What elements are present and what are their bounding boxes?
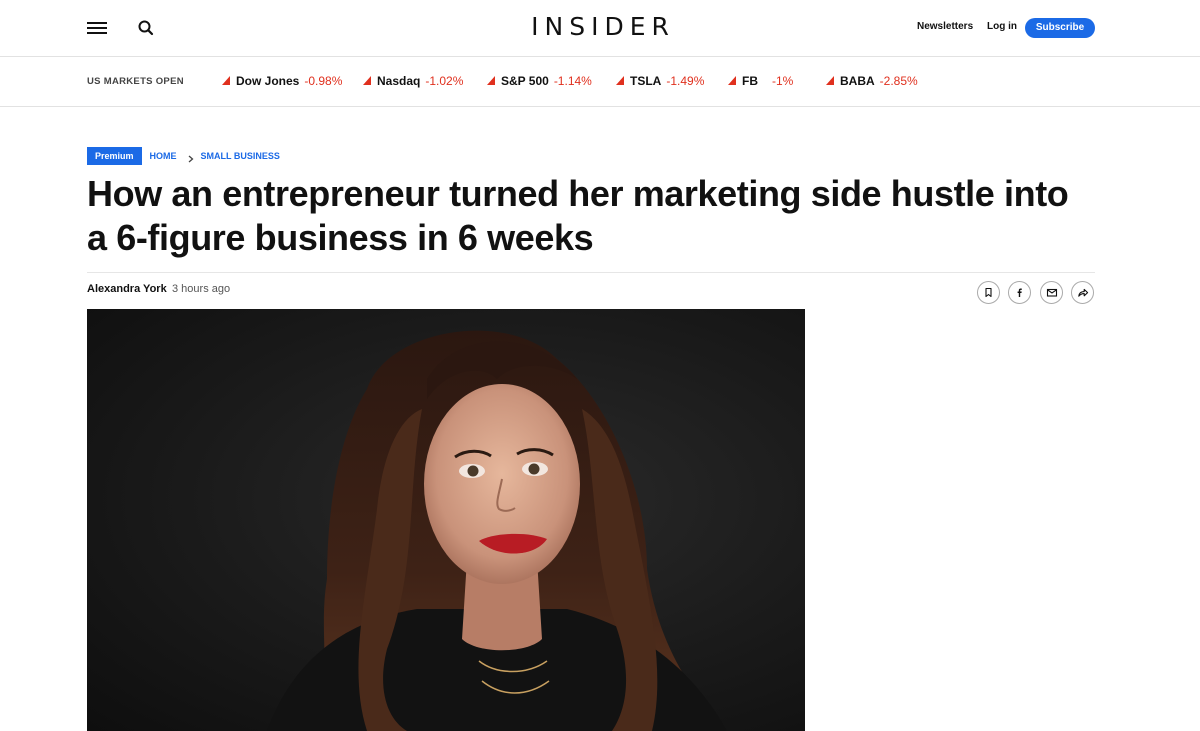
ticker-fb[interactable]: FB -1% <box>728 74 793 88</box>
ticker-baba[interactable]: BABA -2.85% <box>826 74 918 88</box>
markets-bar: US MARKETS OPEN Dow Jones -0.98% Nasdaq -1… <box>0 57 1200 107</box>
markets-status: US MARKETS OPEN <box>87 76 184 87</box>
down-arrow-icon <box>728 76 736 85</box>
ticker-name: TSLA <box>630 74 662 88</box>
ticker-tsla[interactable]: TSLA -1.49% <box>616 74 704 88</box>
bookmark-button[interactable] <box>977 281 1000 304</box>
share-icon <box>1077 288 1088 297</box>
article-hero-image <box>87 309 805 731</box>
share-button[interactable] <box>1071 281 1094 304</box>
bookmark-icon <box>985 287 992 298</box>
ticker-change: -1% <box>772 74 794 88</box>
portrait-illustration <box>267 330 727 731</box>
facebook-icon <box>1017 288 1022 297</box>
ticker-change: -1.02% <box>425 74 464 88</box>
premium-badge: Premium <box>87 147 142 165</box>
site-header: INSIDER Newsletters Log in Subscribe <box>0 0 1200 57</box>
ticker-name: FB <box>742 74 758 88</box>
article-headline: How an entrepreneur turned her marketing… <box>87 173 1069 258</box>
subscribe-button[interactable]: Subscribe <box>1025 18 1095 38</box>
ticker-change: -1.14% <box>553 74 592 88</box>
author-name[interactable]: Alexandra York <box>87 283 167 295</box>
ticker-change: -2.85% <box>879 74 918 88</box>
byline-divider <box>87 272 1095 273</box>
breadcrumb-small-business[interactable]: SMALL BUSINESS <box>201 151 280 161</box>
down-arrow-icon <box>826 76 834 85</box>
breadcrumb-home[interactable]: HOME <box>150 151 177 161</box>
email-icon <box>1046 288 1057 297</box>
breadcrumb: Premium HOME SMALL BUSINESS <box>87 147 280 165</box>
ticker-change: -1.49% <box>666 74 705 88</box>
site-logo[interactable]: INSIDER <box>0 12 1200 41</box>
down-arrow-icon <box>363 76 371 85</box>
ticker-change: -0.98% <box>304 74 343 88</box>
ticker-name: BABA <box>840 74 875 88</box>
ticker-name: S&P 500 <box>501 74 549 88</box>
ticker-name: Dow Jones <box>236 74 300 88</box>
ticker-nasdaq[interactable]: Nasdaq -1.02% <box>363 74 463 88</box>
login-link[interactable]: Log in <box>987 21 1017 32</box>
facebook-share-button[interactable] <box>1008 281 1031 304</box>
newsletters-link[interactable]: Newsletters <box>917 21 973 32</box>
down-arrow-icon <box>487 76 495 85</box>
down-arrow-icon <box>616 76 624 85</box>
down-arrow-icon <box>222 76 230 85</box>
chevron-right-icon <box>186 151 196 163</box>
ticker-dow-jones[interactable]: Dow Jones -0.98% <box>222 74 342 88</box>
ticker-sp500[interactable]: S&P 500 -1.14% <box>487 74 592 88</box>
email-share-button[interactable] <box>1040 281 1063 304</box>
publish-time: 3 hours ago <box>172 283 231 295</box>
ticker-name: Nasdaq <box>377 74 421 88</box>
